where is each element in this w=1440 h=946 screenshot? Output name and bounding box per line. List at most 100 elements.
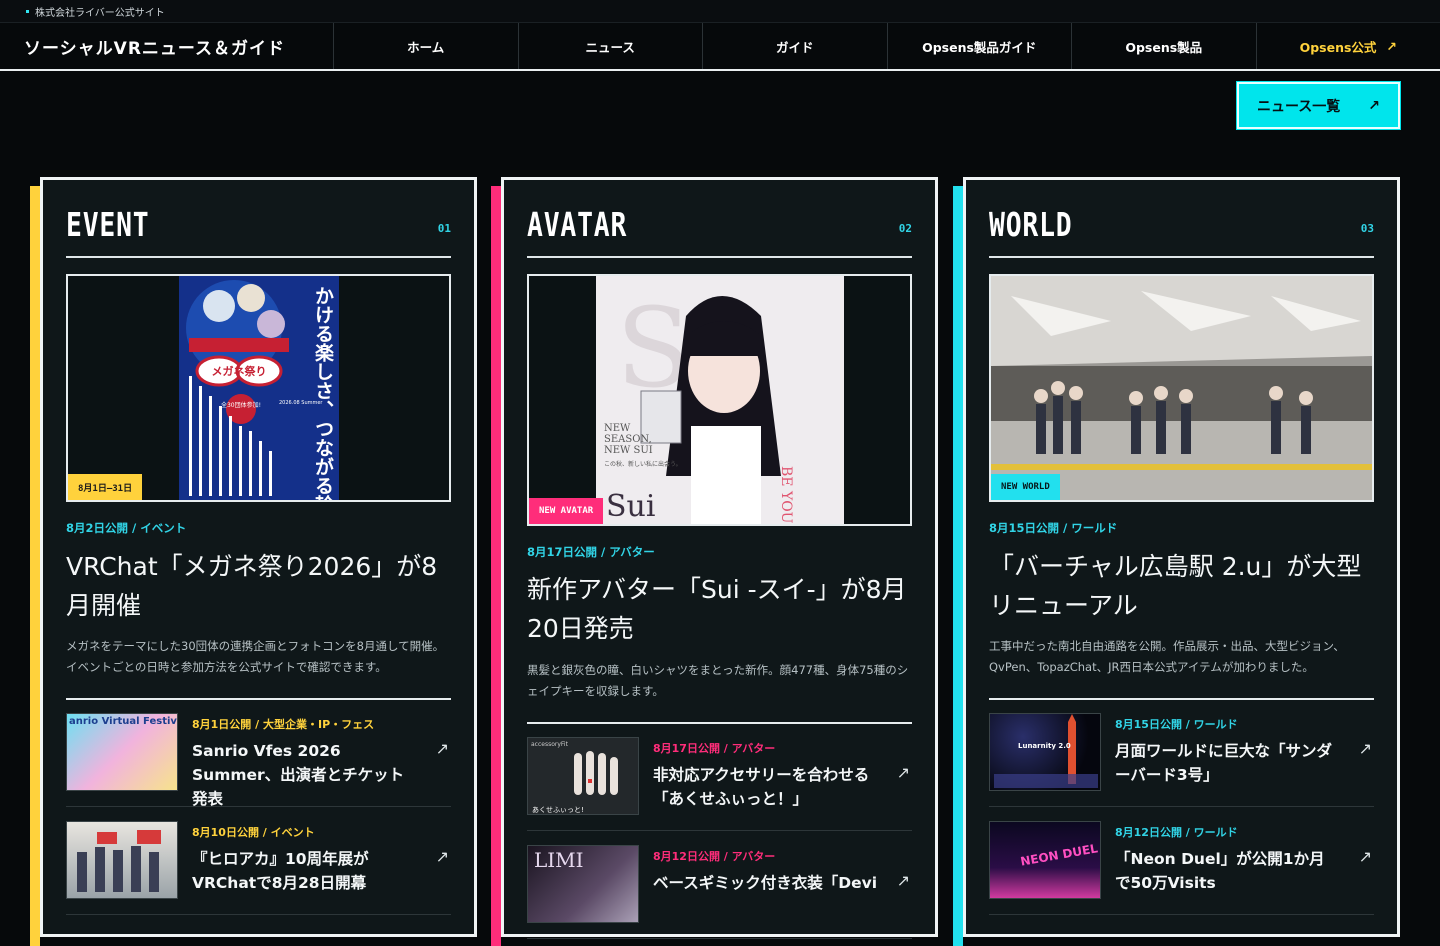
nav-home[interactable]: ホーム <box>334 23 519 69</box>
main-nav: ソーシャルVRニュース＆ガイド ホーム ニュース ガイド Opsens製品ガイド… <box>0 23 1440 71</box>
sub-meta: 8月17日公開 / アバター <box>653 740 775 756</box>
nav-official-label: Opsens公式 <box>1300 37 1377 56</box>
arrow-icon: ↗ <box>1359 847 1372 866</box>
world-sub-item[interactable]: Lunarnity 2.0 8月15日公開 / ワールド 月面ワールドに巨大な「… <box>989 713 1374 807</box>
lunarnity-thumbnail: Lunarnity 2.0 <box>989 713 1101 791</box>
nav-news[interactable]: ニュース <box>519 23 704 69</box>
event-number: 01 <box>438 222 451 235</box>
event-sub-item[interactable]: anrio Virtual Festiva 8月1日公開 / 大型企業・IP・フ… <box>66 713 451 807</box>
lunarnity-thumb-text: Lunarnity 2.0 <box>1018 742 1071 750</box>
poster-catchphrase: かける楽しさ、つながる輪 <box>312 286 334 502</box>
corporate-site-link[interactable]: 株式会社ライバー公式サイト <box>35 4 165 19</box>
event-heading: EVENT <box>66 205 149 244</box>
avatar-number: 02 <box>899 222 912 235</box>
nav-guide[interactable]: ガイド <box>703 23 888 69</box>
poster-line: NEW SUI <box>604 445 653 456</box>
external-link-icon: ↗ <box>1386 39 1396 54</box>
event-divider <box>66 698 451 700</box>
world-title[interactable]: 「バーチャル広島駅 2.u」が大型リニューアル <box>989 547 1374 625</box>
event-date-badge: 8月1日—31日 <box>68 474 142 500</box>
neonduel-thumbnail: NEON DUEL <box>989 821 1101 899</box>
station-art <box>991 276 1372 500</box>
nav-opsens-official[interactable]: Opsens公式 ↗ <box>1257 23 1440 69</box>
hiroaka-thumbnail <box>66 821 178 899</box>
poster-caption: この秋、新しい私に出会う。 <box>604 460 682 468</box>
world-number: 03 <box>1361 222 1374 235</box>
sub-meta: 8月10日公開 / イベント <box>192 824 315 840</box>
hand-art <box>528 751 639 801</box>
poster-slogan: BE YOUR OWN MUSE. <box>778 466 794 524</box>
sub-title: 「Neon Duel」が公開1か月で50万Visits <box>1115 847 1340 895</box>
bullet-icon <box>26 10 29 13</box>
megane-poster: メガネ祭り 全30団体参加! 2026.08 Summer かける楽しさ、つなが… <box>179 276 339 500</box>
avatar-sub-item[interactable]: accessoryFit あくせふぃっと! 8月17日公開 / アバター 非対応… <box>527 737 912 831</box>
avatar-sub-item[interactable]: LIMI 8月12日公開 / アバター ベースギミック付き衣装「Devi ↗ <box>527 845 912 939</box>
poster-title: メガネ祭り <box>212 364 267 378</box>
new-world-badge: NEW WORLD <box>991 474 1060 500</box>
site-logo[interactable]: ソーシャルVRニュース＆ガイド <box>0 23 334 69</box>
sanrio-thumbnail: anrio Virtual Festiva <box>66 713 178 791</box>
avatar-header: AVATAR 02 <box>527 202 912 258</box>
event-description: メガネをテーマにした30団体の連携企画とフォトコンを8月通して開催。イベントごと… <box>66 636 451 678</box>
limi-thumb-text: LIMI <box>528 846 638 874</box>
world-description: 工事中だった南北自由通路を公開。作品展示・出品、大型ビジョン、QvPen、Top… <box>989 636 1374 678</box>
world-divider <box>989 698 1374 700</box>
sub-meta: 8月12日公開 / アバター <box>653 848 775 864</box>
avatar-title[interactable]: 新作アバター「Sui -スイ-」が8月20日発売 <box>527 570 912 648</box>
nav-opsens-guide[interactable]: Opsens製品ガイド <box>888 23 1073 69</box>
avatar-column: AVATAR 02 S NEW SEASON, NEW SUI この秋、新しい私… <box>501 177 938 937</box>
event-hero-image[interactable]: メガネ祭り 全30団体参加! 2026.08 Summer かける楽しさ、つなが… <box>66 274 451 502</box>
arrow-icon: ↗ <box>1359 739 1372 758</box>
event-sub-item[interactable]: 8月10日公開 / イベント 『ヒロアカ』10周年展がVRChatで8月28日開… <box>66 821 451 915</box>
sub-meta: 8月12日公開 / ワールド <box>1115 824 1238 840</box>
event-title[interactable]: VRChat「メガネ祭り2026」が8月開催 <box>66 547 451 625</box>
sui-poster: S NEW SEASON, NEW SUI この秋、新しい私に出会う。 BE Y… <box>596 276 844 524</box>
arrow-icon: ↗ <box>897 871 910 890</box>
event-meta[interactable]: 8月2日公開 / イベント <box>66 520 186 536</box>
arrow-icon: ↗ <box>436 739 449 758</box>
avatar-description: 黒髪と銀灰色の瞳、白いシャツをまとった新作。顔477種、身体75種のシェイプキー… <box>527 660 912 702</box>
arrow-icon: ↗ <box>897 763 910 782</box>
sanrio-thumb-text: anrio Virtual Festiva <box>67 714 177 729</box>
sub-title: ベースギミック付き衣装「Devi <box>653 871 878 895</box>
arrow-icon: ↗ <box>436 847 449 866</box>
poster-art: メガネ祭り 全30団体参加! 2026.08 Summer かける楽しさ、つなが… <box>179 276 339 502</box>
news-list-button[interactable]: ニュース一覧 ↗ <box>1237 82 1400 129</box>
world-hero-image[interactable]: NEW WORLD <box>989 274 1374 502</box>
avatar-divider <box>527 722 912 724</box>
poster-line: SEASON, <box>604 434 652 445</box>
nav-opsens-products[interactable]: Opsens製品 <box>1072 23 1257 69</box>
new-avatar-badge: NEW AVATAR <box>529 498 603 524</box>
sub-title: Sanrio Vfes 2026 Summer、出演者とチケット発表 <box>192 739 417 811</box>
arrow-icon: ↗ <box>1368 98 1380 114</box>
world-header: WORLD 03 <box>989 202 1374 258</box>
avatar-meta[interactable]: 8月17日公開 / アバター <box>527 544 655 560</box>
sui-art: S NEW SEASON, NEW SUI この秋、新しい私に出会う。 BE Y… <box>596 276 844 524</box>
event-header: EVENT 01 <box>66 202 451 258</box>
sub-title: 非対応アクセサリーを合わせる「あくせふぃっと！」 <box>653 763 878 811</box>
limi-thumbnail: LIMI <box>527 845 639 923</box>
accessoryfit-thumbnail: accessoryFit あくせふぃっと! <box>527 737 639 815</box>
neonduel-thumb-text: NEON DUEL <box>1019 841 1098 868</box>
world-sub-item[interactable]: NEON DUEL 8月12日公開 / ワールド 「Neon Duel」が公開1… <box>989 821 1374 915</box>
news-list-label: ニュース一覧 <box>1257 96 1340 116</box>
poster-sub: 全30団体参加! <box>221 401 261 409</box>
world-meta[interactable]: 8月15日公開 / ワールド <box>989 520 1117 536</box>
sub-title: 『ヒロアカ』10周年展がVRChatで8月28日開幕 <box>192 847 417 895</box>
avatar-hero-image[interactable]: S NEW SEASON, NEW SUI この秋、新しい私に出会う。 BE Y… <box>527 274 912 526</box>
rocket-art <box>990 714 1101 791</box>
event-accent-stripe <box>30 186 40 946</box>
corporate-topbar: 株式会社ライバー公式サイト <box>0 0 1440 23</box>
station-screenshot <box>991 276 1372 500</box>
characters-art <box>67 822 178 899</box>
sub-meta: 8月1日公開 / 大型企業・IP・フェス <box>192 716 374 732</box>
avatar-heading: AVATAR <box>527 205 627 244</box>
event-column: EVENT 01 メガネ祭り 全30団体参加! 2026.08 Summer か… <box>40 177 477 937</box>
sub-title: 月面ワールドに巨大な「サンダーバード3号」 <box>1115 739 1340 787</box>
world-accent-stripe <box>953 186 963 946</box>
poster-name: Sui <box>606 489 655 524</box>
world-column: WORLD 03 NEW WORLD 8月15日公開 / ワールド 「バーチャル… <box>963 177 1400 937</box>
sub-meta: 8月15日公開 / ワールド <box>1115 716 1238 732</box>
world-heading: WORLD <box>989 205 1072 244</box>
accessoryfit-label: accessoryFit <box>528 738 638 751</box>
